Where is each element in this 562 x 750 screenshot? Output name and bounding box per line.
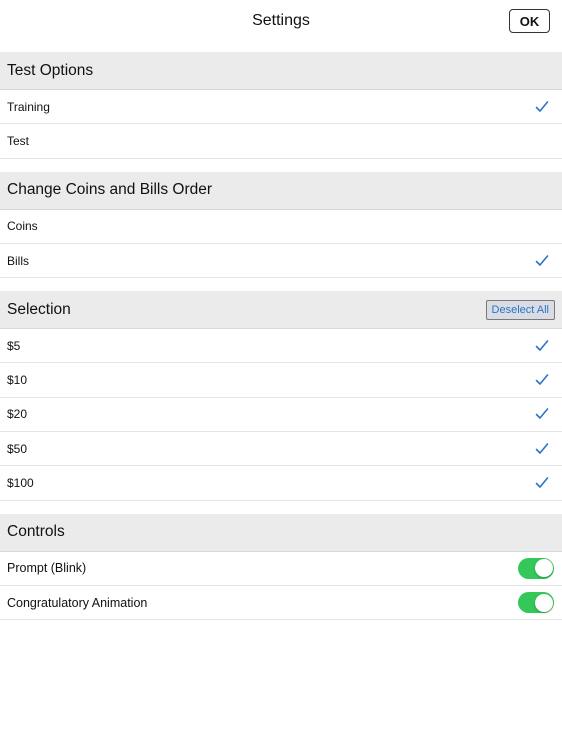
toggle-knob	[534, 559, 553, 578]
row-label: $50	[7, 441, 28, 456]
navigation-bar: Settings OK	[0, 0, 562, 42]
row-label: $10	[7, 373, 28, 388]
section-spacer	[0, 158, 562, 172]
row-label: $100	[7, 476, 34, 491]
row-label: $20	[7, 407, 28, 422]
section-header-selection: Selection Deselect All	[0, 291, 562, 330]
checkmark-icon	[535, 407, 549, 421]
row-label: Prompt (Blink)	[7, 561, 87, 576]
section-header-test-options: Test Options	[0, 52, 562, 90]
row-5-dollars[interactable]: $5	[0, 329, 562, 364]
row-label: $5	[7, 338, 21, 353]
top-spacer	[0, 42, 562, 52]
section-spacer	[0, 500, 562, 514]
section-title: Test Options	[7, 61, 94, 79]
toggle-knob	[534, 593, 553, 612]
section-header-order: Change Coins and Bills Order	[0, 171, 562, 210]
row-label: Bills	[7, 253, 30, 268]
checkmark-icon	[535, 254, 549, 268]
section-spacer	[0, 278, 562, 292]
checkmark-icon	[535, 100, 549, 114]
checkmark-icon	[535, 373, 549, 387]
congratulatory-animation-toggle[interactable]	[518, 592, 554, 614]
section-header-controls: Controls	[0, 513, 562, 552]
section-title: Controls	[7, 523, 65, 541]
row-10-dollars[interactable]: $10	[0, 363, 562, 398]
prompt-blink-toggle[interactable]	[518, 557, 554, 579]
row-label: Training	[7, 99, 50, 114]
row-20-dollars[interactable]: $20	[0, 397, 562, 433]
row-test[interactable]: Test	[0, 124, 562, 159]
row-100-dollars[interactable]: $100	[0, 466, 562, 501]
row-label: Congratulatory Animation	[7, 595, 148, 610]
section-title: Change Coins and Bills Order	[7, 181, 213, 199]
row-bills[interactable]: Bills	[0, 243, 562, 279]
page-title: Settings	[252, 12, 310, 29]
row-coins[interactable]: Coins	[0, 209, 562, 244]
section-title: Selection	[7, 300, 71, 318]
deselect-all-button[interactable]: Deselect All	[485, 299, 555, 320]
row-training[interactable]: Training	[0, 90, 562, 125]
row-label: Coins	[7, 219, 38, 234]
row-prompt-blink: Prompt (Blink)	[0, 551, 562, 586]
row-congratulatory-animation: Congratulatory Animation	[0, 585, 562, 621]
row-50-dollars[interactable]: $50	[0, 432, 562, 467]
row-label: Test	[7, 133, 30, 148]
ok-button[interactable]: OK	[509, 9, 550, 33]
checkmark-icon	[535, 442, 549, 456]
checkmark-icon	[535, 339, 549, 353]
checkmark-icon	[535, 476, 549, 490]
